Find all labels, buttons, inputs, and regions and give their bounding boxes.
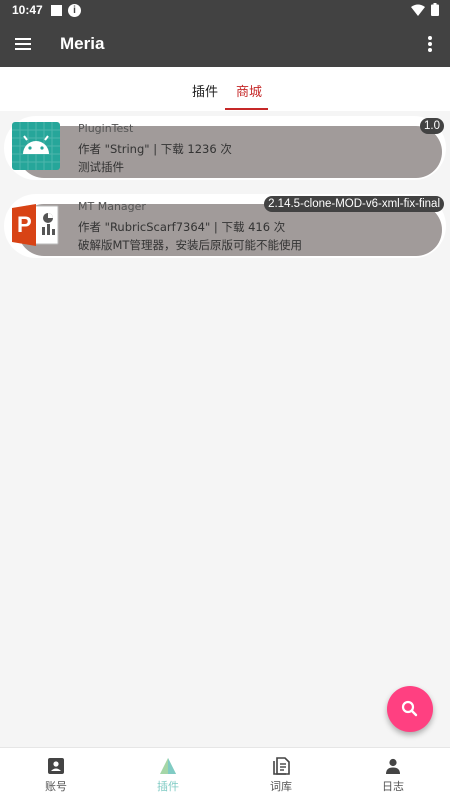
info-icon: i [68,4,81,17]
overflow-menu-icon[interactable] [418,33,442,57]
plugin-triangle-icon [160,758,176,774]
nav-label: 插件 [157,780,179,793]
battery-icon [431,3,439,16]
bottom-navigation: 账号 插件 词库 日志 [0,747,450,800]
active-tab-indicator [225,108,268,110]
account-card-icon [48,758,64,774]
nav-account[interactable]: 账号 [0,748,112,800]
app-title: Meria [60,34,105,53]
version-badge: 1.0 [420,118,444,134]
tab-store[interactable]: 商城 [236,81,262,100]
nav-log[interactable]: 日志 [337,748,449,800]
nav-label: 账号 [45,780,67,793]
plugin-meta: 作者 "String" | 下载 1236 次 [78,142,232,156]
plugin-description: 测试插件 [78,160,124,174]
plugin-card-plugintest[interactable]: PluginTest 作者 "String" | 下载 1236 次 测试插件 … [4,116,446,180]
search-fab[interactable] [387,686,433,732]
status-time: 10:47 [12,3,43,17]
svg-text:P: P [17,212,32,237]
nav-lexicon[interactable]: 词库 [225,748,337,800]
nav-label: 词库 [270,780,292,793]
version-badge: 2.14.5-clone-MOD-v6-xml-fix-final [264,196,444,212]
plugin-description: 破解版MT管理器，安装后原版可能不能使用 [78,238,302,252]
document-icon [273,757,290,775]
plugin-card-mt-manager[interactable]: P MT Manager 作者 "RubricScarf7364" | 下载 4… [4,194,446,258]
notification-square-icon [51,5,62,16]
tab-bar: 插件 商城 [0,67,450,111]
app-bar: Meria [0,22,450,67]
android-icon [12,122,60,170]
search-icon [401,700,418,717]
status-bar: 10:47 i [0,0,450,22]
tab-plugins[interactable]: 插件 [192,81,218,100]
powerpoint-icon: P [12,204,59,246]
person-icon [386,758,400,774]
plugin-name: MT Manager [78,200,146,213]
hamburger-menu-icon[interactable] [12,33,36,57]
nav-label: 日志 [382,780,404,793]
plugin-meta: 作者 "RubricScarf7364" | 下载 416 次 [78,220,286,234]
wifi-icon [411,4,425,16]
nav-plugins[interactable]: 插件 [112,748,224,800]
plugin-name: PluginTest [78,122,134,135]
